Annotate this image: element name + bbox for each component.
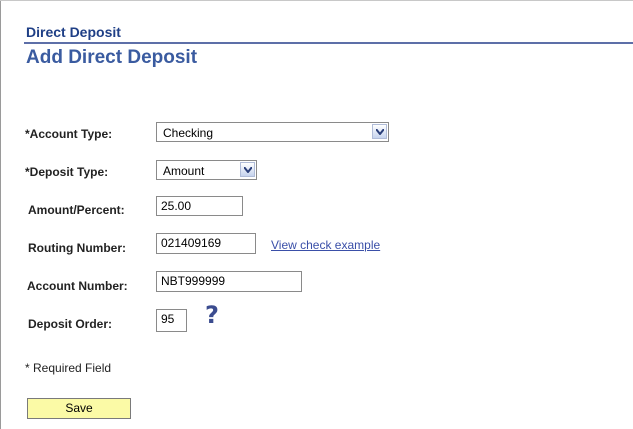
chevron-down-icon[interactable] bbox=[372, 124, 387, 139]
account-type-value: Checking bbox=[163, 126, 214, 140]
amount-percent-label: Amount/Percent: bbox=[28, 203, 125, 217]
section-divider bbox=[24, 42, 633, 44]
chevron-down-icon[interactable] bbox=[240, 162, 255, 177]
account-number-field[interactable]: NBT999999 bbox=[156, 271, 302, 292]
section-title: Direct Deposit bbox=[26, 24, 121, 40]
account-number-label: Account Number: bbox=[27, 279, 128, 293]
account-type-select[interactable]: Checking bbox=[156, 122, 389, 142]
routing-number-label: Routing Number: bbox=[28, 241, 126, 255]
deposit-order-field[interactable]: 95 bbox=[156, 309, 187, 332]
required-field-note: * Required Field bbox=[25, 361, 112, 375]
top-border bbox=[0, 0, 633, 1]
deposit-order-label: Deposit Order: bbox=[28, 317, 113, 331]
routing-number-field[interactable]: 021409169 bbox=[156, 233, 256, 254]
deposit-type-value: Amount bbox=[163, 164, 205, 178]
view-check-example-link[interactable]: View check example bbox=[271, 238, 380, 252]
deposit-type-label: *Deposit Type: bbox=[25, 165, 109, 179]
save-button[interactable]: Save bbox=[27, 398, 131, 419]
amount-percent-field[interactable]: 25.00 bbox=[156, 196, 243, 216]
account-type-label: *Account Type: bbox=[25, 127, 113, 141]
question-mark-icon[interactable]: ? bbox=[205, 303, 219, 327]
page-title: Add Direct Deposit bbox=[26, 47, 198, 68]
deposit-type-select[interactable]: Amount bbox=[156, 160, 257, 180]
